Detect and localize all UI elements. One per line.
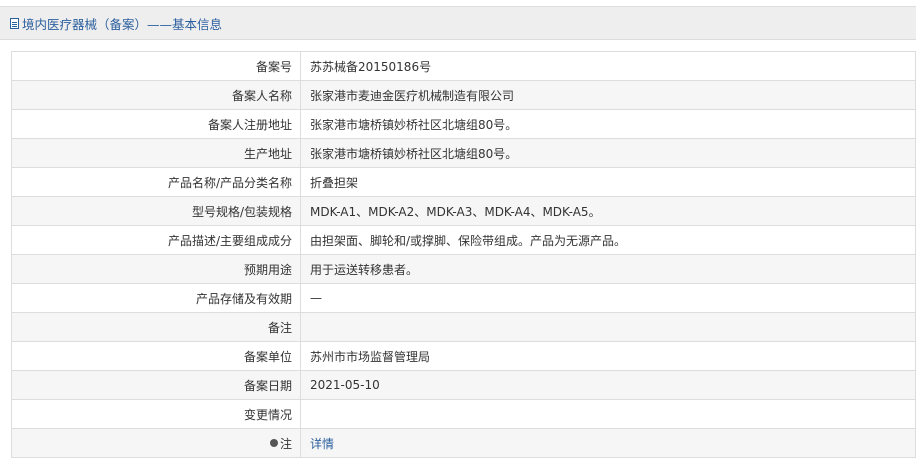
row-label: 预期用途 [11,254,301,284]
table-row: 型号规格/包装规格 MDK-A1、MDK-A2、MDK-A3、MDK-A4、MD… [11,196,916,226]
note-label-cell: 注 [11,428,301,458]
table-row: 产品存储及有效期 — [11,283,916,313]
row-label: 备案人注册地址 [11,109,301,139]
table-row: 备案单位 苏州市市场监督管理局 [11,341,916,371]
table-row: 备注 [11,312,916,342]
row-label: 变更情况 [11,399,301,429]
row-label: 备案号 [11,51,301,81]
info-table: 备案号 苏苏械备20150186号 备案人名称 张家港市麦迪金医疗机械制造有限公… [11,51,916,458]
table-row: 预期用途 用于运送转移患者。 [11,254,916,284]
row-label: 备案日期 [11,370,301,400]
row-value: 用于运送转移患者。 [300,254,916,284]
document-icon [10,17,19,29]
row-value [300,312,916,342]
row-label: 产品描述/主要组成成分 [11,225,301,255]
page-header: 境内医疗器械（备案）——基本信息 [0,6,916,40]
row-value: 2021-05-10 [300,370,916,400]
row-value: 苏州市市场监督管理局 [300,341,916,371]
details-link[interactable]: 详情 [310,437,334,451]
table-row: 备案号 苏苏械备20150186号 [11,51,916,81]
row-value: 折叠担架 [300,167,916,197]
table-row: 产品描述/主要组成成分 由担架面、脚轮和/或撑脚、保险带组成。产品为无源产品。 [11,225,916,255]
row-value: 苏苏械备20150186号 [300,51,916,81]
table-row: 变更情况 [11,399,916,429]
page-title: 境内医疗器械（备案）——基本信息 [22,16,223,32]
note-icon [269,439,278,447]
row-value [300,399,916,429]
row-label: 生产地址 [11,138,301,168]
row-label: 备案单位 [11,341,301,371]
note-value-cell: 详情 [300,428,916,458]
row-value: — [300,283,916,313]
row-label: 备注 [11,312,301,342]
row-label: 型号规格/包装规格 [11,196,301,226]
note-row: 注 详情 [11,428,916,458]
table-row: 备案日期 2021-05-10 [11,370,916,400]
row-label: 备案人名称 [11,80,301,110]
row-label: 产品名称/产品分类名称 [11,167,301,197]
row-value: 由担架面、脚轮和/或撑脚、保险带组成。产品为无源产品。 [300,225,916,255]
row-value: MDK-A1、MDK-A2、MDK-A3、MDK-A4、MDK-A5。 [300,196,916,226]
table-row: 生产地址 张家港市塘桥镇妙桥社区北塘组80号。 [11,138,916,168]
row-value: 张家港市塘桥镇妙桥社区北塘组80号。 [300,138,916,168]
table-row: 备案人注册地址 张家港市塘桥镇妙桥社区北塘组80号。 [11,109,916,139]
row-label: 产品存储及有效期 [11,283,301,313]
table-row: 产品名称/产品分类名称 折叠担架 [11,167,916,197]
row-value: 张家港市麦迪金医疗机械制造有限公司 [300,80,916,110]
note-label: 注 [279,436,292,451]
row-value: 张家港市塘桥镇妙桥社区北塘组80号。 [300,109,916,139]
table-row: 备案人名称 张家港市麦迪金医疗机械制造有限公司 [11,80,916,110]
